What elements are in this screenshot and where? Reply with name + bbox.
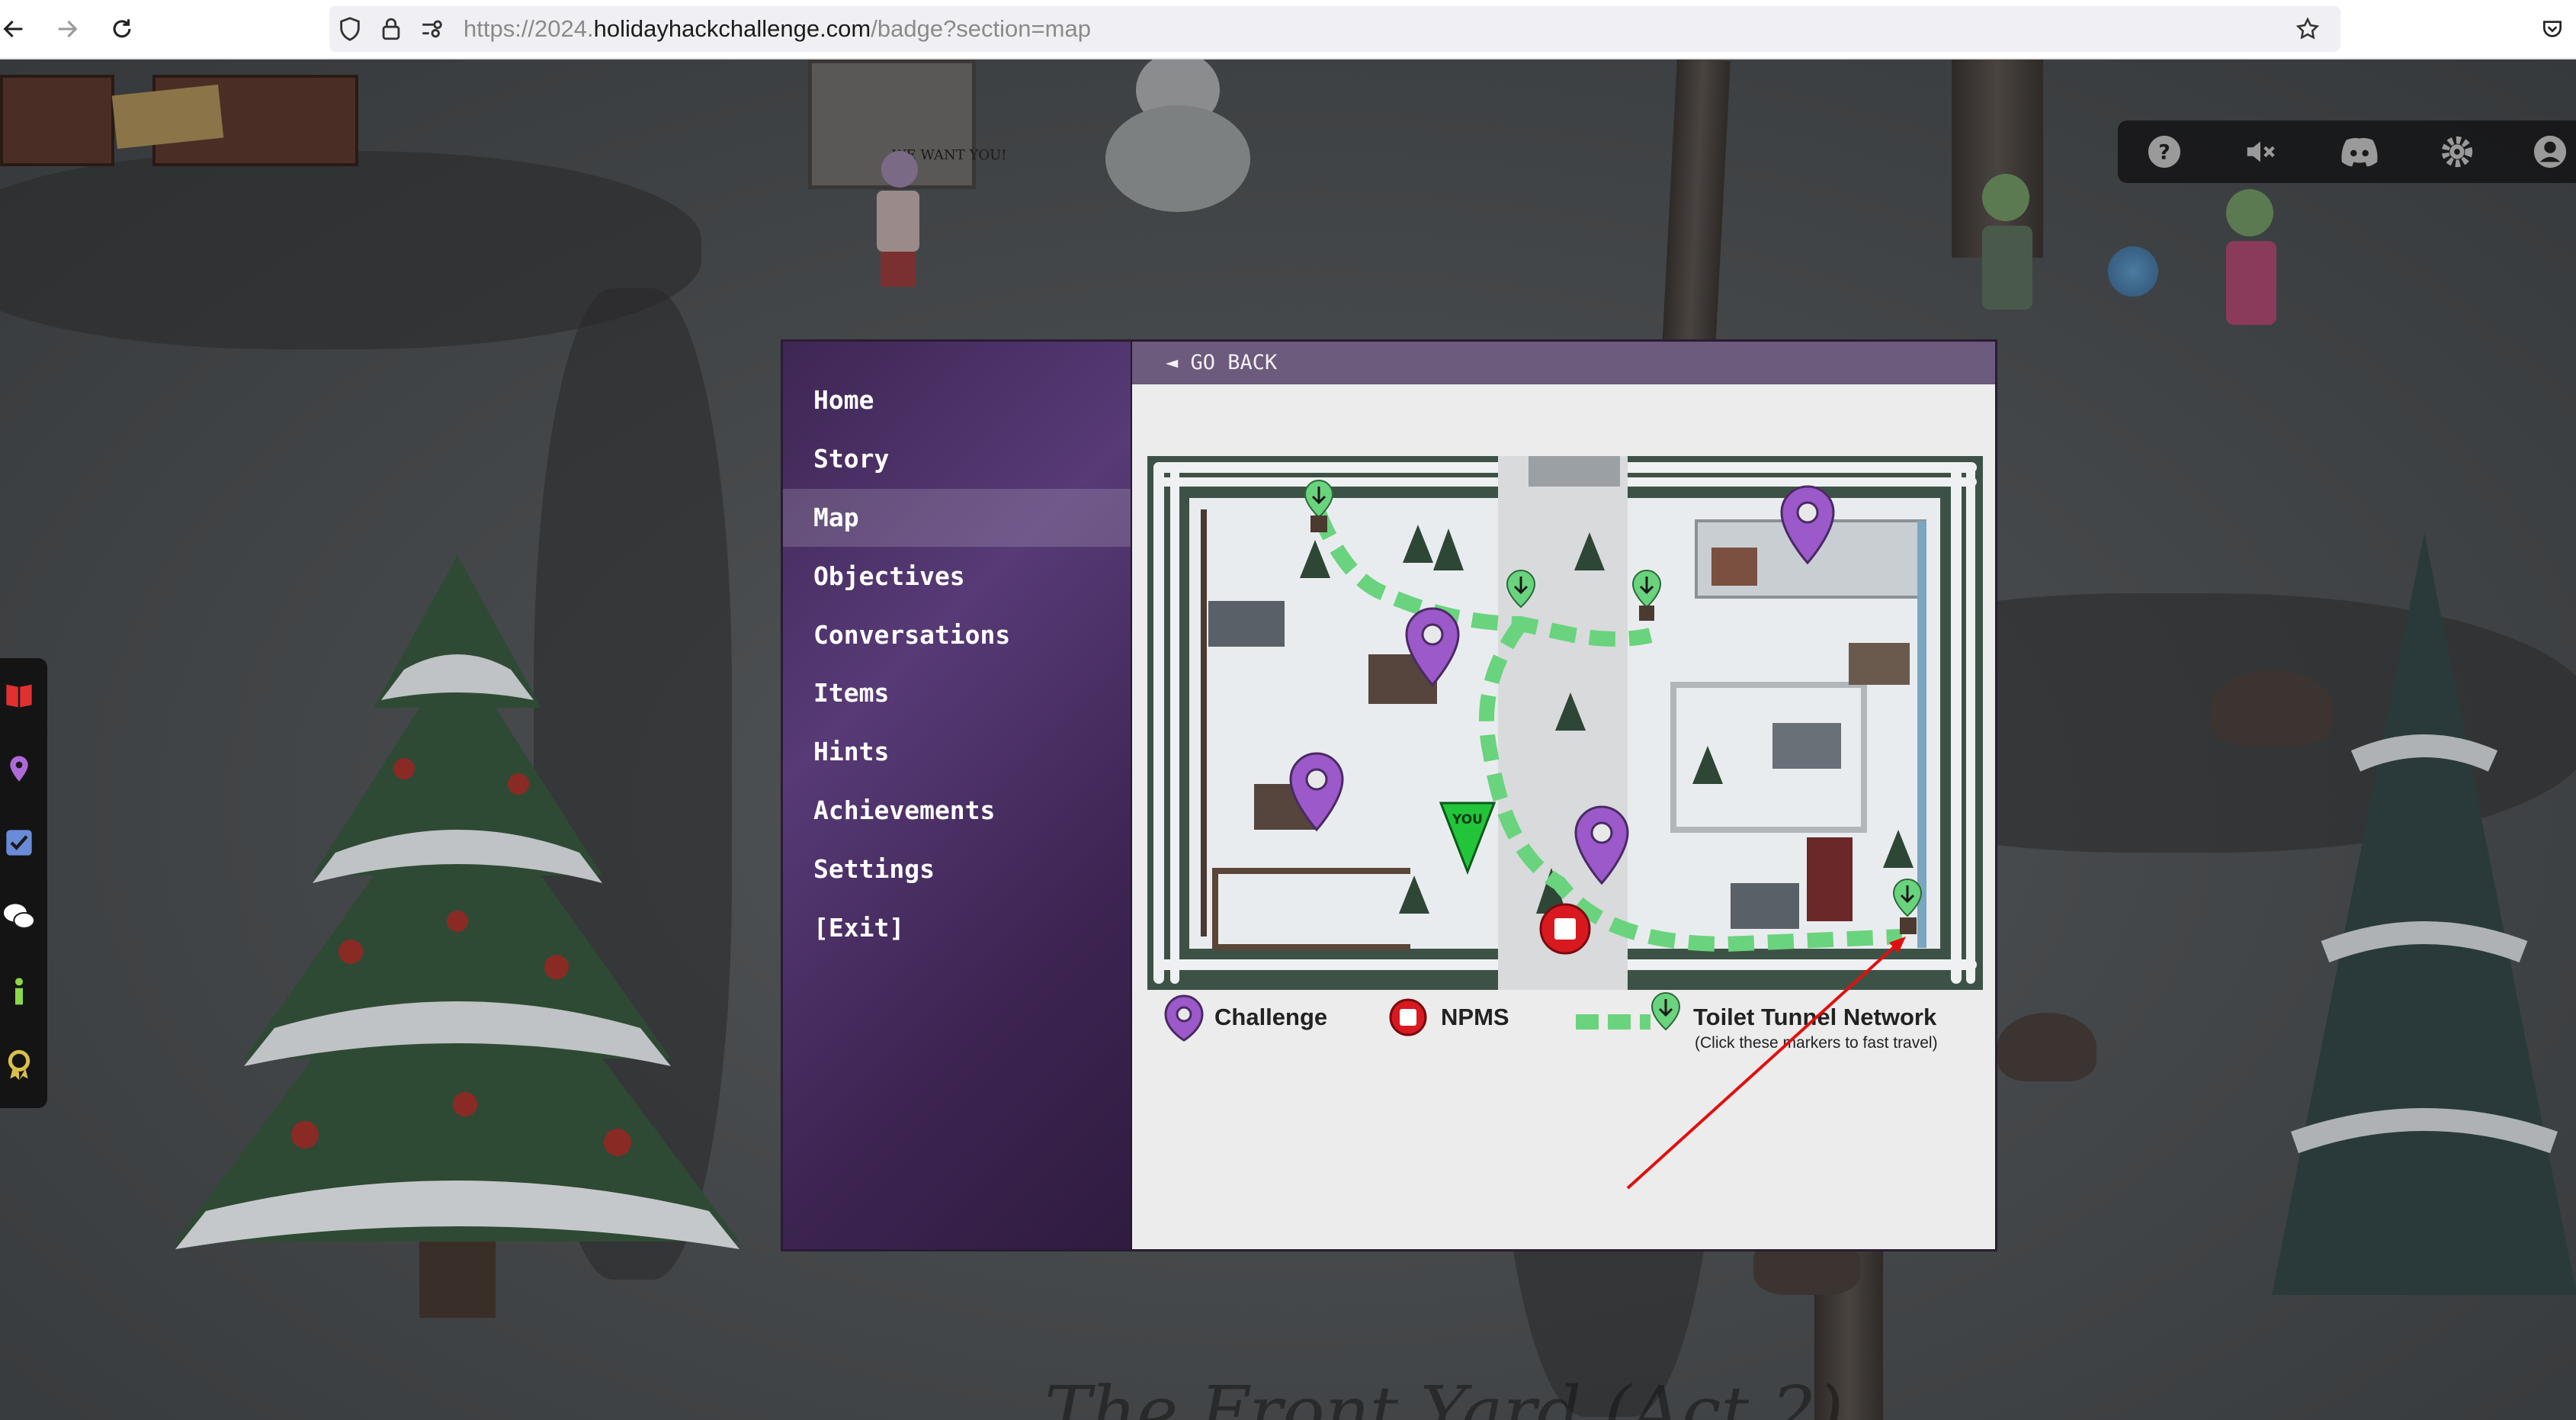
menu-item-settings[interactable]: Settings <box>783 840 1131 898</box>
decorated-christmas-tree <box>175 555 739 1318</box>
lock-icon[interactable] <box>378 16 404 42</box>
achievements-icon[interactable] <box>0 1043 38 1086</box>
svg-text:YOU: YOU <box>1452 812 1483 827</box>
back-icon[interactable] <box>0 9 34 49</box>
address-bar[interactable]: https://2024.holidayhackchallenge.com/ba… <box>329 6 2340 52</box>
crate <box>0 75 114 166</box>
menu-item-items[interactable]: Items <box>783 664 1131 722</box>
area-map[interactable]: YOU <box>1147 456 1983 990</box>
npms-legend-icon <box>1389 998 1427 1036</box>
settings-icon[interactable] <box>2436 131 2478 172</box>
map-panel: ◄ GO BACK YOU Challenge NPMS Toilet Tunn… <box>1132 342 1995 1249</box>
npc-character[interactable] <box>2226 189 2279 365</box>
chat-icon[interactable] <box>0 895 38 938</box>
bookmark-star-icon[interactable] <box>2295 16 2321 42</box>
scene-title: The Front Yard (Act 2) <box>1044 1371 1844 1420</box>
legend-challenge: Challenge <box>1214 1004 1328 1030</box>
tracking-shield-icon[interactable] <box>337 16 363 42</box>
elf-character[interactable] <box>877 151 922 296</box>
legend-npms: NPMS <box>1441 1004 1509 1030</box>
forward-icon[interactable] <box>47 9 87 49</box>
menu-item-story[interactable]: Story <box>783 430 1131 488</box>
discord-icon[interactable] <box>2339 131 2380 172</box>
npc-character[interactable] <box>1982 174 2035 349</box>
pocket-icon[interactable] <box>2533 9 2572 49</box>
challenge-legend-icon <box>1164 994 1204 1042</box>
badge-menu: Home Story Map Objectives Conversations … <box>783 342 1131 1249</box>
profile-icon[interactable] <box>2529 131 2571 172</box>
menu-item-objectives[interactable]: Objectives <box>783 548 1131 606</box>
help-icon[interactable]: ? <box>2144 131 2185 172</box>
badge-modal: Home Story Map Objectives Conversations … <box>781 339 1997 1251</box>
menu-item-hints[interactable]: Hints <box>783 723 1131 781</box>
permissions-icon[interactable] <box>419 16 445 42</box>
info-icon[interactable] <box>0 969 38 1012</box>
side-toolbar <box>0 658 47 1108</box>
go-back-button[interactable]: ◄ GO BACK <box>1132 342 1995 384</box>
map-container: YOU Challenge NPMS Toilet Tunnel Network… <box>1147 456 1983 1052</box>
snowman <box>1090 59 1266 212</box>
globe-object[interactable] <box>2108 246 2158 297</box>
reload-icon[interactable] <box>102 9 142 49</box>
menu-item-map[interactable]: Map <box>783 489 1131 547</box>
legend-toilet: Toilet Tunnel Network <box>1693 1004 1937 1030</box>
toilet-legend-icon <box>1576 991 1681 1031</box>
menu-item-achievements[interactable]: Achievements <box>783 782 1131 840</box>
map-pin-icon[interactable] <box>0 747 38 790</box>
game-toolbar: ? <box>2118 120 2576 183</box>
menu-item-exit[interactable]: [Exit] <box>783 899 1131 957</box>
npms-marker[interactable] <box>1539 903 1591 955</box>
legend-toilet-note: (Click these markers to fast travel) <box>1695 1034 1938 1052</box>
svg-text:?: ? <box>2158 141 2170 165</box>
browser-toolbar: https://2024.holidayhackchallenge.com/ba… <box>0 0 2576 59</box>
snowy-pine-tree <box>2272 532 2576 1295</box>
objectives-check-icon[interactable] <box>0 821 38 864</box>
blanket <box>111 84 224 149</box>
menu-item-home[interactable]: Home <box>783 371 1131 429</box>
badge-book-icon[interactable] <box>0 673 38 716</box>
menu-item-conversations[interactable]: Conversations <box>783 606 1131 664</box>
mute-icon[interactable] <box>2240 131 2281 172</box>
url-text[interactable]: https://2024.holidayhackchallenge.com/ba… <box>464 6 1091 52</box>
